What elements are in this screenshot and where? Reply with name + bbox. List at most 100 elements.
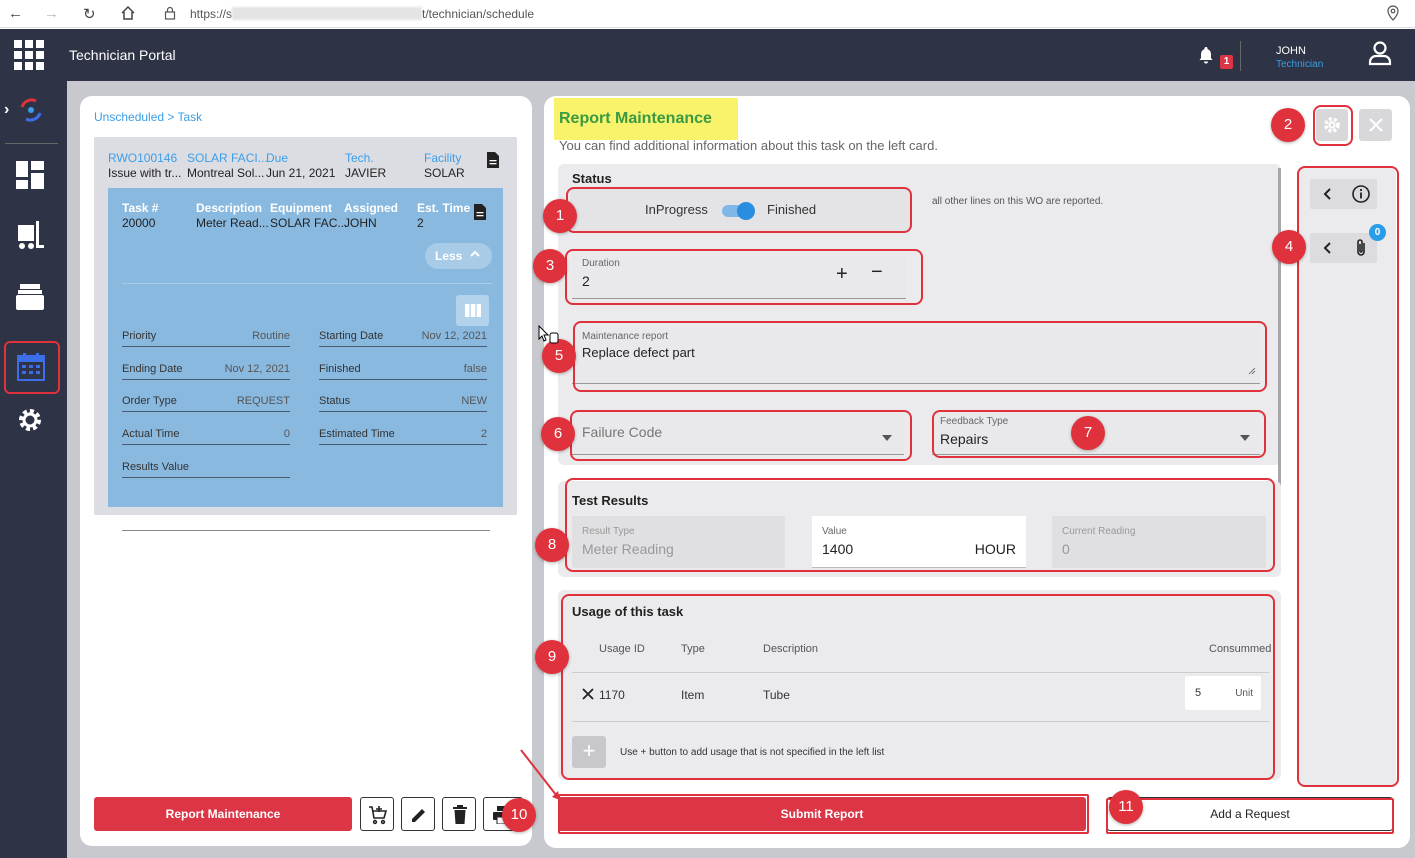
brand-logo-icon xyxy=(16,95,46,130)
forward-icon[interactable]: → xyxy=(44,5,59,22)
sidebar-item-schedule[interactable] xyxy=(4,341,60,394)
task-value: JOHN xyxy=(344,216,377,230)
back-icon[interactable]: ← xyxy=(8,5,23,22)
reload-icon[interactable]: ↻ xyxy=(83,5,96,23)
annotation-marker-2: 2 xyxy=(1271,108,1305,142)
trash-icon xyxy=(453,805,467,824)
detail-label: Estimated Time xyxy=(319,428,395,440)
sidebar-expand-chevron-icon[interactable]: › xyxy=(4,101,9,119)
task-header: Equipment xyxy=(270,201,332,215)
task-header: Description xyxy=(196,201,263,215)
annotation-marker-6: 6 xyxy=(541,417,575,451)
user-icon[interactable] xyxy=(1368,40,1392,71)
status-section-title: Status xyxy=(572,171,612,186)
form-scrollbar[interactable] xyxy=(1278,168,1281,498)
annotation-box-maintenance-report xyxy=(573,321,1267,392)
edit-button[interactable] xyxy=(401,797,435,831)
mouse-cursor-icon xyxy=(538,325,559,344)
wo-header: RWO100146 xyxy=(108,151,178,165)
task-value: Meter Read... xyxy=(196,216,269,230)
sidebar: › xyxy=(0,81,67,858)
delete-button[interactable] xyxy=(442,797,476,831)
dashboard-icon xyxy=(16,161,44,189)
sidebar-item-documents[interactable] xyxy=(16,284,44,315)
url-prefix: https://s xyxy=(190,7,233,21)
wo-value: Montreal Sol... xyxy=(187,166,265,180)
document-icon[interactable] xyxy=(487,152,499,173)
detail-status: Status NEW xyxy=(319,395,487,412)
detail-estimated-time: Estimated Time 2 xyxy=(319,428,487,445)
column-view-button[interactable] xyxy=(456,295,489,326)
detail-actual-time: Actual Time 0 xyxy=(122,428,290,445)
page-subtitle: You can find additional information abou… xyxy=(559,138,938,153)
detail-label: Actual Time xyxy=(122,428,180,440)
task-value: 2 xyxy=(417,216,424,230)
detail-value: Nov 12, 2021 xyxy=(224,363,290,375)
task-subcard: Task # Description Equipment Assigned Es… xyxy=(108,188,503,507)
task-card: Unscheduled > Task RWO100146 SOLAR FACI.… xyxy=(80,96,532,846)
wo-header: SOLAR FACI... xyxy=(187,151,268,165)
annotation-box-test-results xyxy=(565,478,1275,572)
annotation-box-submit xyxy=(558,794,1089,834)
task-header: Est. Time xyxy=(417,201,471,215)
detail-label: Starting Date xyxy=(319,330,384,342)
annotation-box-side-panel xyxy=(1297,166,1399,787)
task-header: Assigned xyxy=(344,201,399,215)
status-note: all other lines on this WO are reported. xyxy=(932,196,1104,207)
task-document-icon[interactable] xyxy=(474,204,486,225)
detail-order-type: Order Type REQUEST xyxy=(122,395,290,412)
wo-value: Jun 21, 2021 xyxy=(266,166,336,180)
detail-label: Ending Date xyxy=(122,363,183,375)
wo-header: Tech. xyxy=(345,151,374,165)
detail-value: 0 xyxy=(283,428,290,440)
app-header: Technician Portal 1 JOHN Technician xyxy=(0,29,1415,81)
detail-label: Status xyxy=(319,395,351,407)
breadcrumb[interactable]: Unscheduled > Task xyxy=(94,110,202,124)
url-redacted xyxy=(232,7,422,20)
wo-header: Facility xyxy=(424,151,462,165)
report-maintenance-button[interactable]: Report Maintenance xyxy=(94,797,352,831)
report-maintenance-label: Report Maintenance xyxy=(165,807,281,821)
detail-value: Nov 12, 2021 xyxy=(421,330,487,342)
user-name: JOHN xyxy=(1276,45,1306,57)
add-cart-icon xyxy=(369,806,388,825)
wo-header: Due xyxy=(266,151,289,165)
sidebar-item-equipment[interactable] xyxy=(16,221,44,256)
scroll-indicator xyxy=(122,530,490,531)
bell-icon[interactable] xyxy=(1197,46,1215,69)
task-value: SOLAR FAC... xyxy=(270,216,348,230)
detail-results-value: Results Value xyxy=(122,461,290,478)
url-suffix: t/technician/schedule xyxy=(422,7,535,21)
sidebar-item-settings[interactable] xyxy=(16,406,44,439)
annotation-marker-4: 4 xyxy=(1272,230,1306,264)
apps-grid-icon[interactable] xyxy=(14,40,44,75)
home-icon[interactable] xyxy=(120,5,136,26)
annotation-marker-1: 1 xyxy=(543,199,577,233)
detail-finished: Finished false xyxy=(319,363,487,380)
wo-value: Issue with tr... xyxy=(108,166,182,180)
location-icon[interactable] xyxy=(1386,5,1400,26)
wo-value: SOLAR xyxy=(424,166,465,180)
detail-label: Priority xyxy=(122,330,157,342)
close-icon xyxy=(1369,118,1383,132)
documents-icon xyxy=(16,284,44,310)
annotation-box-usage xyxy=(561,594,1275,780)
subcard-divider xyxy=(122,283,492,284)
less-label: Less xyxy=(435,249,463,263)
annotation-box-failure-code xyxy=(570,410,912,461)
add-to-cart-button[interactable] xyxy=(360,797,394,831)
gear-icon xyxy=(19,409,41,431)
annotation-marker-9: 9 xyxy=(535,640,569,674)
user-role: Technician xyxy=(1276,59,1324,70)
annotation-box-duration xyxy=(565,249,923,305)
less-toggle-button[interactable]: Less xyxy=(425,243,492,269)
detail-label: Results Value xyxy=(122,461,190,473)
close-button[interactable] xyxy=(1359,109,1392,141)
detail-ending-date: Ending Date Nov 12, 2021 xyxy=(122,363,290,380)
annotation-marker-11: 11 xyxy=(1109,790,1143,824)
address-bar[interactable]: https://s t/technician/schedule xyxy=(152,2,1410,25)
detail-value: 2 xyxy=(480,428,487,440)
sidebar-divider xyxy=(5,143,58,144)
sidebar-item-dashboard[interactable] xyxy=(16,161,44,194)
app-title: Technician Portal xyxy=(69,47,176,63)
